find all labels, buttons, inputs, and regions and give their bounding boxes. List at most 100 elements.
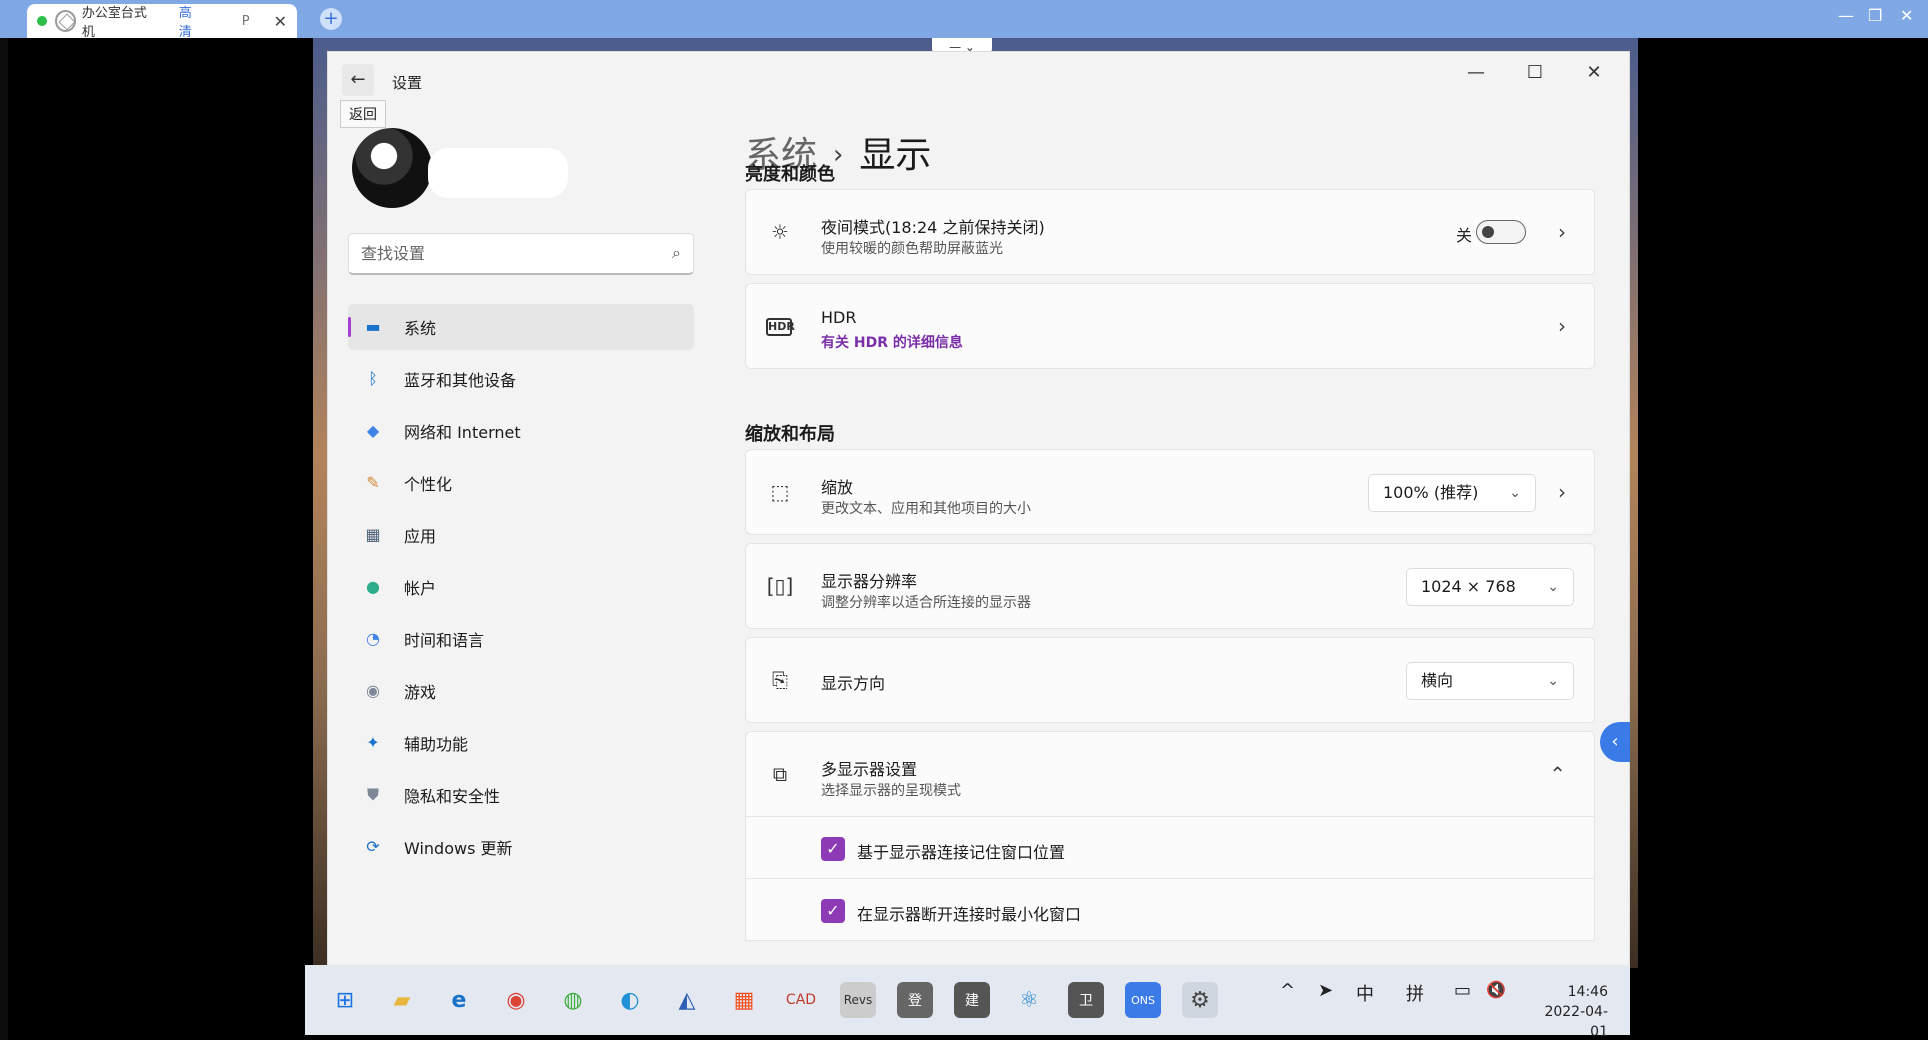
ime-chinese-icon[interactable]: 中 <box>1356 980 1374 1006</box>
back-tooltip: 返回 <box>340 100 386 128</box>
resolution-title: 显示器分辨率 <box>821 572 918 591</box>
taskbar: ⊞ ▰ e ◉ ◍ ◐ ◭ ▦ CAD Revs 登 建 ⚛ 卫 ONS ⚙ <box>305 965 1630 1035</box>
hdr-icon: HDR <box>766 318 795 336</box>
volume-muted-icon[interactable]: 🔇 <box>1486 980 1506 999</box>
night-mode-card[interactable]: ☼ 夜间模式(18:24 之前保持关闭) 使用较暖的颜色帮助屏蔽蓝光 关 › <box>745 189 1595 275</box>
client-restore-icon[interactable]: ❐ <box>1868 6 1882 25</box>
night-mode-toggle[interactable] <box>1476 220 1526 244</box>
revit-icon[interactable]: Revs <box>840 982 876 1018</box>
search-box[interactable]: ⌕ <box>348 233 694 275</box>
location-icon[interactable]: ➤ <box>1318 980 1333 1001</box>
apps-icon: ▦ <box>365 525 381 544</box>
multi-display-card[interactable]: ⧉ 多显示器设置 选择显示器的呈现模式 ⌃ <box>745 731 1595 817</box>
orientation-dropdown[interactable]: 横向 ⌄ <box>1406 662 1574 700</box>
sidebar-item-label: 游戏 <box>404 683 437 702</box>
accessibility-icon: ✦ <box>366 733 380 752</box>
update-icon: ⟳ <box>366 837 380 856</box>
wifi-icon: ◆ <box>366 421 380 440</box>
cad-icon[interactable]: CAD <box>783 982 819 1018</box>
client-close-icon[interactable]: ✕ <box>1900 6 1913 25</box>
night-mode-title: 夜间模式(18:24 之前保持关闭) <box>821 218 1045 237</box>
sidebar-item-label: 网络和 Internet <box>404 423 521 442</box>
chevron-right-icon[interactable]: › <box>1558 314 1566 338</box>
multi-display-icon: ⧉ <box>772 762 788 786</box>
edge-icon[interactable]: ◐ <box>612 982 648 1018</box>
resolution-value: 1024 × 768 <box>1421 577 1516 596</box>
ie-browser-icon[interactable]: e <box>441 982 477 1018</box>
sidebar-item-accounts[interactable]: ● 帐户 <box>348 564 694 610</box>
sidebar-item-personalization[interactable]: ✎ 个性化 <box>348 460 694 506</box>
resolution-icon: [▯] <box>766 574 794 598</box>
remember-window-row[interactable]: ✓ 基于显示器连接记住窗口位置 <box>745 817 1595 879</box>
search-icon[interactable]: ⌕ <box>672 243 681 263</box>
sidebar-item-bluetooth[interactable]: ᛒ 蓝牙和其他设备 <box>348 356 694 402</box>
chevron-right-icon[interactable]: › <box>1558 480 1566 504</box>
sidebar-item-gaming[interactable]: ◉ 游戏 <box>348 668 694 714</box>
minimize-icon[interactable]: — <box>1456 62 1496 83</box>
start-icon[interactable]: ⊞ <box>327 982 363 1018</box>
hdr-card[interactable]: HDR HDR 有关 HDR 的详细信息 › <box>745 283 1595 369</box>
client-minimize-icon[interactable]: — <box>1838 6 1854 25</box>
minimize-on-disconnect-checkbox[interactable]: ✓ <box>821 899 845 923</box>
scale-title: 缩放 <box>821 478 854 497</box>
close-icon[interactable]: ✕ <box>1574 62 1614 83</box>
new-tab-button[interactable]: + <box>320 8 342 30</box>
ons-app-icon[interactable]: ONS <box>1125 982 1161 1018</box>
resolution-dropdown[interactable]: 1024 × 768 ⌄ <box>1406 568 1574 606</box>
sidebar-item-windows-update[interactable]: ⟳ Windows 更新 <box>348 824 694 870</box>
scale-card[interactable]: ⬚ 缩放 更改文本、应用和其他项目的大小 100% (推荐) ⌄ › <box>745 449 1595 535</box>
orientation-card[interactable]: ⎘ 显示方向 横向 ⌄ <box>745 637 1595 723</box>
account-icon: ● <box>366 577 380 596</box>
sidebar-item-network[interactable]: ◆ 网络和 Internet <box>348 408 694 454</box>
night-mode-state: 关 <box>1455 226 1472 245</box>
tab-close-icon[interactable]: ✕ <box>274 12 287 31</box>
back-button[interactable]: ← <box>342 64 374 96</box>
left-edge <box>0 38 8 1040</box>
search-input[interactable] <box>349 234 649 272</box>
avatar[interactable] <box>352 128 432 208</box>
remember-window-checkbox[interactable]: ✓ <box>821 837 845 861</box>
show-hidden-icons-icon[interactable]: ^ <box>1280 980 1295 1001</box>
shield-icon: ⛊ <box>366 785 379 804</box>
sidebar-item-label: Windows 更新 <box>404 839 513 858</box>
taskbar-clock[interactable]: 14:46 2022-04-01 <box>1528 982 1608 1040</box>
settings-gear-icon[interactable]: ⚙ <box>1182 982 1218 1018</box>
remote-client-titlebar: 办公室台式机 高清 P ✕ + — ❐ ✕ <box>0 0 1928 40</box>
session-tab[interactable]: 办公室台式机 高清 P ✕ <box>27 2 297 40</box>
file-explorer-icon[interactable]: ▰ <box>384 982 420 1018</box>
sidebar-item-accessibility[interactable]: ✦ 辅助功能 <box>348 720 694 766</box>
app-deng-icon[interactable]: 登 <box>897 982 933 1018</box>
chevron-up-icon[interactable]: ⌃ <box>1549 762 1566 786</box>
chevron-right-icon[interactable]: › <box>1558 220 1566 244</box>
react-icon[interactable]: ⚛ <box>1011 982 1047 1018</box>
session-name: 办公室台式机 <box>81 6 147 40</box>
clock-globe-icon: ◔ <box>366 629 380 648</box>
network-icon[interactable]: ▭ <box>1454 980 1471 1001</box>
sidebar-item-label: 时间和语言 <box>404 631 485 650</box>
hdr-learn-more-link[interactable]: 有关 HDR 的详细信息 <box>821 332 963 352</box>
blue-app-icon[interactable]: ◭ <box>669 982 705 1018</box>
maximize-icon[interactable]: ☐ <box>1515 62 1555 83</box>
green-browser-icon[interactable]: ◍ <box>555 982 591 1018</box>
ime-pinyin-icon[interactable]: 拼 <box>1406 980 1424 1006</box>
minimize-on-disconnect-row[interactable]: ✓ 在显示器断开连接时最小化窗口 <box>745 879 1595 941</box>
microsoft-store-icon[interactable]: ▦ <box>726 982 762 1018</box>
sidebar-item-label: 隐私和安全性 <box>404 787 501 806</box>
quality-label[interactable]: 高清 <box>179 2 204 40</box>
sidebar-item-time-language[interactable]: ◔ 时间和语言 <box>348 616 694 662</box>
chrome-icon[interactable]: ◉ <box>498 982 534 1018</box>
sidebar-item-label: 个性化 <box>404 475 453 494</box>
resolution-card[interactable]: [▯] 显示器分辨率 调整分辨率以适合所连接的显示器 1024 × 768 ⌄ <box>745 543 1595 629</box>
sidebar-item-privacy[interactable]: ⛊ 隐私和安全性 <box>348 772 694 818</box>
orientation-value: 横向 <box>1421 671 1454 690</box>
scale-dropdown[interactable]: 100% (推荐) ⌄ <box>1368 474 1536 512</box>
p-label[interactable]: P <box>242 14 250 29</box>
sun-icon: ☼ <box>771 220 789 244</box>
sidebar-item-label: 蓝牙和其他设备 <box>404 371 517 390</box>
app-wei-icon[interactable]: 卫 <box>1068 982 1104 1018</box>
sidebar-item-apps[interactable]: ▦ 应用 <box>348 512 694 558</box>
app-title: 设置 <box>392 74 423 92</box>
app-jian-icon[interactable]: 建 <box>954 982 990 1018</box>
sidebar-item-system[interactable]: ▬ 系统 <box>348 304 694 350</box>
client-logo-icon <box>54 10 76 32</box>
